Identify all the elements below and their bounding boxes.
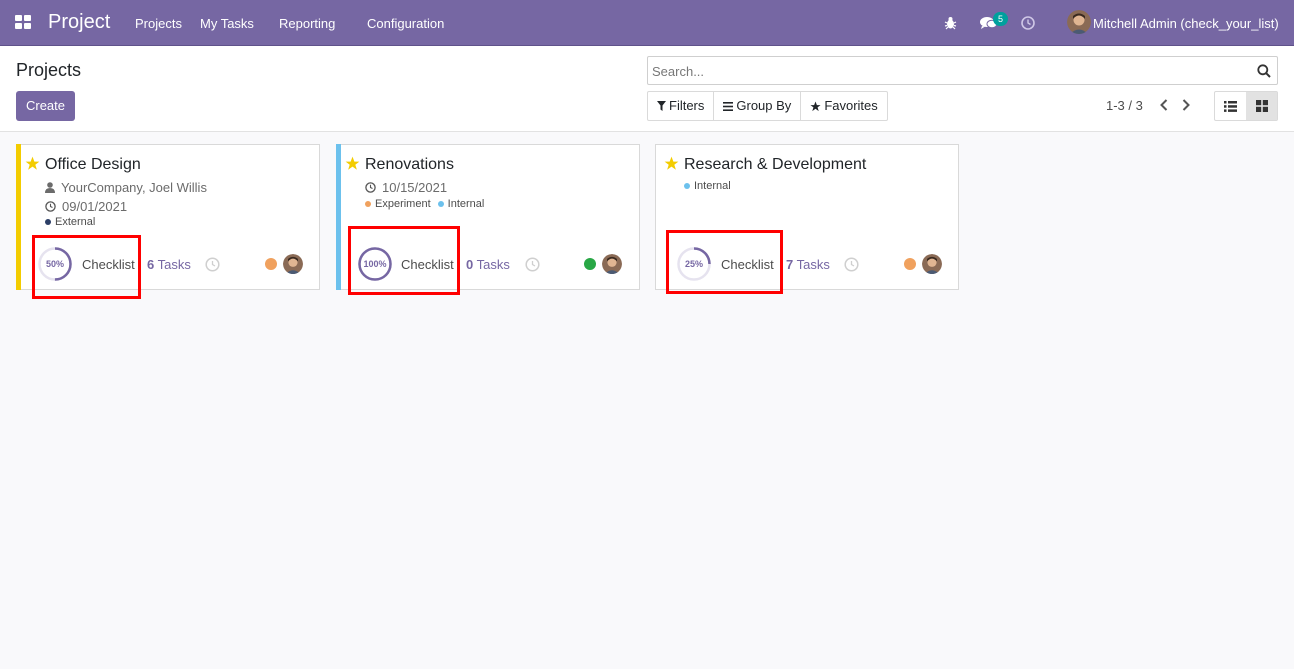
user-avatar[interactable]: [1067, 10, 1091, 34]
filter-icon: [657, 101, 666, 111]
list-view-button[interactable]: [1215, 92, 1246, 120]
view-switcher: [1214, 91, 1278, 121]
filters-label: Filters: [669, 98, 705, 113]
star-icon: [810, 100, 821, 111]
favorite-star-icon[interactable]: [664, 156, 679, 171]
status-dot[interactable]: [584, 258, 596, 270]
kanban-view-button[interactable]: [1246, 92, 1277, 120]
avatar: [922, 254, 942, 274]
highlight-box: [666, 230, 783, 294]
favorite-star-icon[interactable]: [345, 156, 360, 171]
color-stripe: [16, 144, 21, 290]
user-menu-name[interactable]: Mitchell Admin (check_your_list): [1093, 16, 1279, 31]
messages-count-badge: 5: [993, 12, 1008, 26]
tags-list: Experiment Internal: [365, 198, 484, 210]
status-dot[interactable]: [265, 258, 277, 270]
debug-bug-icon[interactable]: [944, 16, 957, 33]
customer-name: YourCompany, Joel Willis: [61, 180, 207, 195]
date-line: 09/01/2021: [45, 199, 127, 214]
favorites-label: Favorites: [824, 98, 878, 113]
search-box: [647, 56, 1278, 85]
menu-reporting[interactable]: Reporting: [279, 16, 335, 31]
search-options: Filters Group By Favorites: [647, 91, 888, 121]
project-name[interactable]: Office Design: [45, 156, 141, 174]
top-navbar: Project Projects My Tasks Reporting Conf…: [0, 0, 1294, 46]
tag-internal: Internal: [684, 180, 731, 192]
tasks-label: Tasks: [476, 257, 510, 272]
apps-menu-icon[interactable]: [15, 15, 33, 31]
highlight-box: [32, 235, 141, 299]
project-date: 09/01/2021: [62, 199, 128, 214]
task-count: 7: [786, 257, 794, 272]
task-count: 0: [466, 257, 474, 272]
favorite-star-icon[interactable]: [25, 156, 40, 171]
tasks-link[interactable]: 0 Tasks: [466, 257, 510, 272]
page-title: Projects: [16, 60, 82, 80]
clock-icon: [45, 201, 56, 212]
search-icon[interactable]: [1257, 64, 1271, 81]
tags-list: Internal: [684, 180, 731, 192]
highlight-box: [348, 226, 460, 295]
status-dot[interactable]: [904, 258, 916, 270]
activity-clock-icon[interactable]: [1021, 16, 1035, 33]
avatar: [283, 254, 303, 274]
search-input[interactable]: [652, 61, 1242, 81]
menu-configuration[interactable]: Configuration: [367, 16, 444, 31]
control-panel: Projects Create Filters Group By Favorit…: [0, 46, 1294, 132]
favorites-button[interactable]: Favorites: [801, 92, 886, 120]
menu-projects[interactable]: Projects: [135, 16, 182, 31]
user-icon: [45, 182, 55, 193]
activity-clock-icon[interactable]: [525, 257, 540, 272]
kanban-view-icon: [1255, 100, 1268, 112]
activity-clock-icon[interactable]: [205, 257, 220, 272]
tasks-link[interactable]: 7 Tasks: [786, 257, 830, 272]
avatar: [602, 254, 622, 274]
menu-my-tasks[interactable]: My Tasks: [200, 16, 254, 31]
app-brand[interactable]: Project: [48, 11, 110, 34]
pager-value[interactable]: 1-3 / 3: [1106, 98, 1143, 113]
project-date: 10/15/2021: [382, 180, 448, 195]
pager-next-icon[interactable]: [1181, 98, 1191, 115]
tag-external: External: [45, 216, 95, 228]
create-button[interactable]: Create: [16, 91, 75, 121]
project-name[interactable]: Research & Development: [684, 156, 866, 174]
tasks-link[interactable]: 6 Tasks: [147, 257, 191, 272]
customer-line: YourCompany, Joel Willis: [45, 180, 207, 195]
tags-list: External: [45, 216, 95, 228]
list-view-icon: [1224, 100, 1237, 112]
filters-button[interactable]: Filters: [648, 92, 715, 120]
clock-icon: [365, 182, 376, 193]
date-line: 10/15/2021: [365, 180, 447, 195]
color-stripe: [336, 144, 341, 290]
list-bars-icon: [723, 101, 734, 111]
tasks-label: Tasks: [157, 257, 191, 272]
tag-experiment: Experiment: [365, 198, 431, 210]
tasks-label: Tasks: [796, 257, 830, 272]
project-name[interactable]: Renovations: [365, 156, 454, 174]
tag-internal: Internal: [437, 198, 484, 210]
group-by-button[interactable]: Group By: [714, 92, 802, 120]
activity-clock-icon[interactable]: [844, 257, 859, 272]
pager-previous-icon[interactable]: [1159, 98, 1169, 115]
task-count: 6: [147, 257, 155, 272]
group-by-label: Group By: [736, 98, 792, 113]
